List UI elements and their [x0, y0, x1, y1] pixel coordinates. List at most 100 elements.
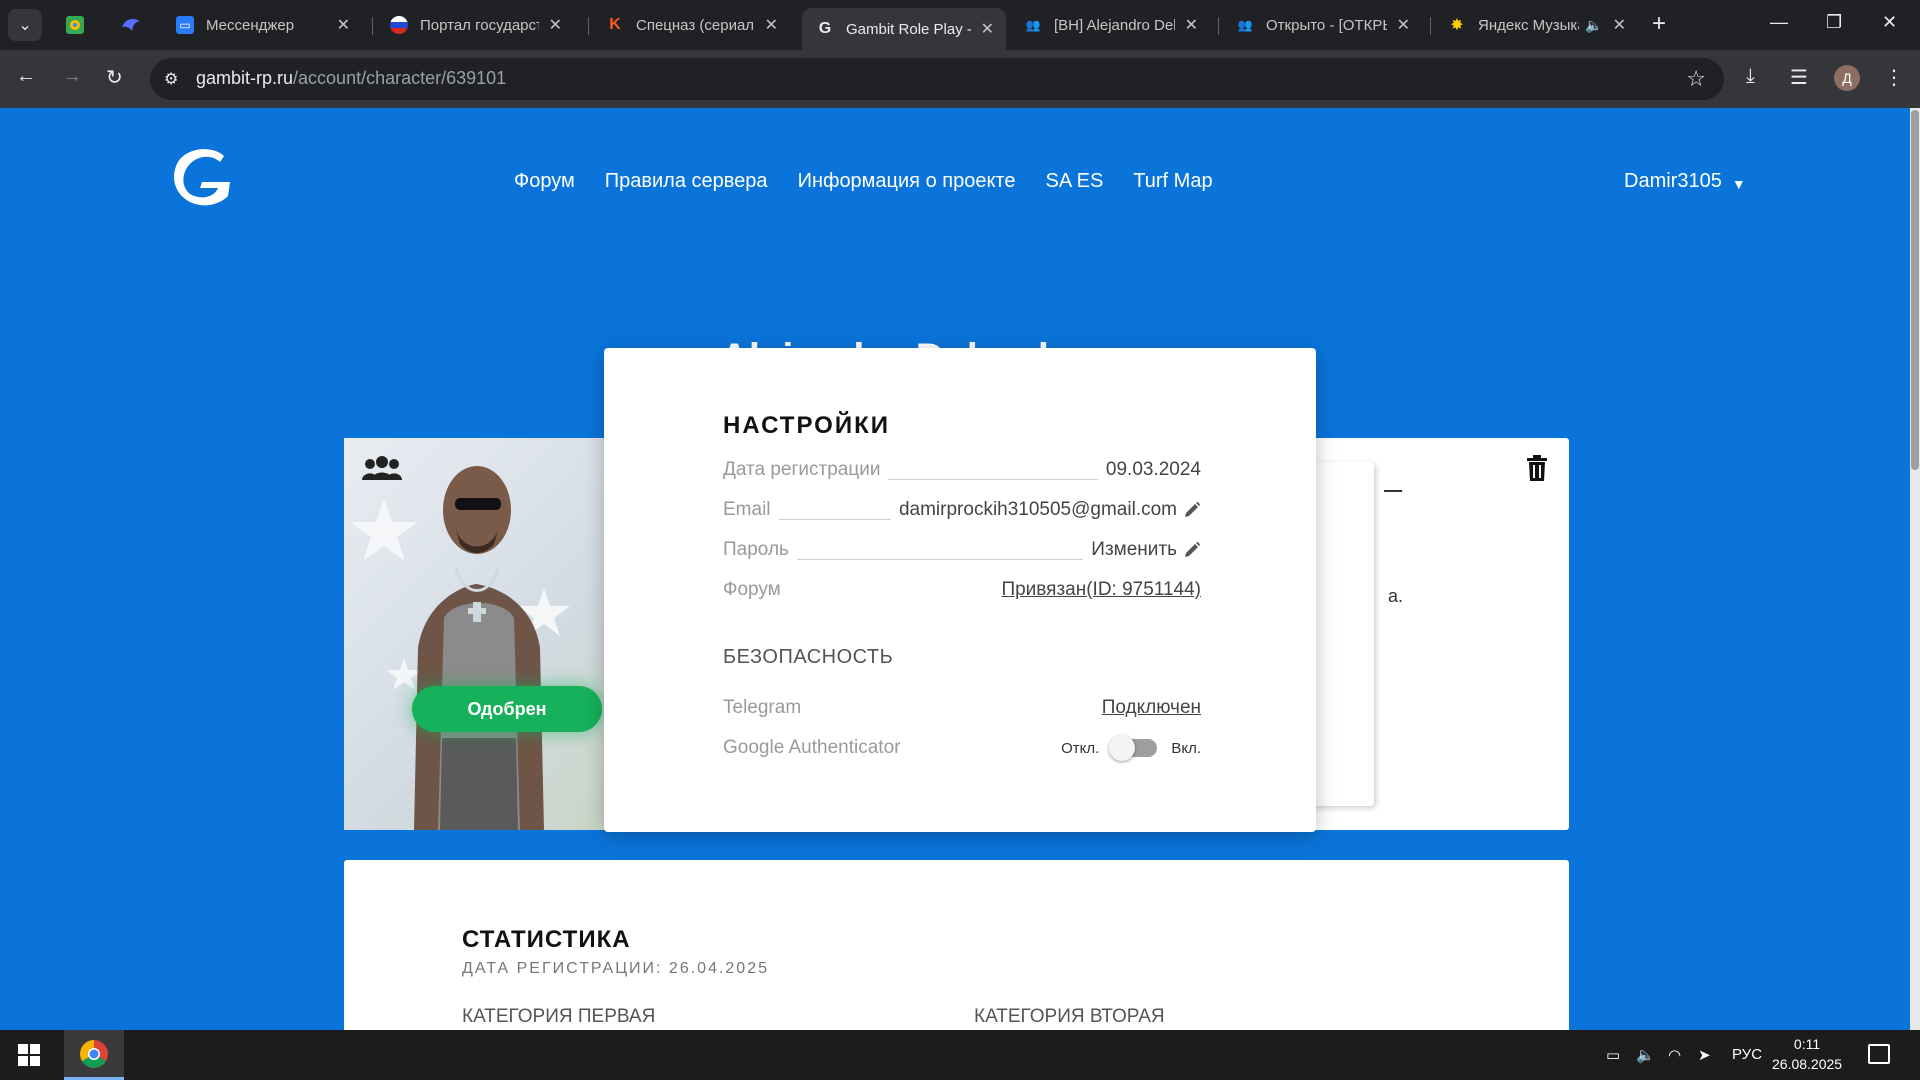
main-nav: Форум Правила сервера Информация о проек…	[514, 170, 1213, 193]
page-content: Форум Правила сервера Информация о проек…	[0, 108, 1920, 1030]
tab-search-button[interactable]: ⌄	[8, 9, 42, 41]
tab-otkryto[interactable]: 👥 Открыто - [ОТКРЫТО] ✕	[1222, 8, 1422, 42]
telegram-connected-link[interactable]: Подключен	[1102, 697, 1201, 719]
system-clock[interactable]: 0:11 26.08.2025	[1772, 1034, 1842, 1074]
back-button[interactable]: ←	[16, 65, 36, 88]
download-icon: ⤓	[1746, 65, 1755, 87]
close-icon[interactable]: ✕	[765, 15, 778, 35]
playlist-icon: ☰	[1790, 67, 1808, 89]
pencil-icon[interactable]	[1183, 541, 1201, 559]
tab-separator	[1218, 17, 1219, 35]
character-skin-image: Одобрен	[344, 438, 609, 830]
email-value: damirprockih310505@gmail.com	[898, 499, 1177, 520]
restore-button[interactable]: ❐	[1826, 12, 1842, 33]
close-icon[interactable]: ✕	[549, 15, 562, 35]
trash-icon[interactable]	[1525, 454, 1549, 482]
close-icon[interactable]: ✕	[337, 15, 350, 35]
forum-linked-link[interactable]: Привязан(ID: 9751144)	[1001, 579, 1201, 601]
downloads-button[interactable]: ⤓	[1746, 65, 1755, 88]
volume-icon[interactable]: 🔈	[1636, 1046, 1655, 1064]
user-menu[interactable]: Damir3105 ▼	[1624, 170, 1746, 193]
notifications-icon[interactable]	[1868, 1044, 1890, 1064]
nav-sa-es[interactable]: SA ES	[1045, 170, 1103, 193]
media-control-button[interactable]: ☰	[1790, 65, 1808, 90]
forward-button[interactable]: →	[62, 65, 82, 88]
password-row: Пароль Изменить	[723, 536, 1201, 564]
close-icon[interactable]: ✕	[1613, 15, 1626, 35]
page-scrollbar[interactable]	[1910, 108, 1920, 1030]
browser-toolbar: ← → ↻ ⚙ gambit-rp.ru/account/character/6…	[0, 50, 1920, 108]
status-badge: Одобрен	[412, 686, 602, 732]
chevron-down-icon: ⌄	[18, 17, 32, 34]
tab-messenger[interactable]: ▭ Мессенджер ✕	[162, 8, 362, 42]
info-text-fragment: а.	[1388, 586, 1404, 606]
nav-forum[interactable]: Форум	[514, 170, 575, 193]
scrollbar-thumb[interactable]	[1911, 110, 1919, 470]
telegram-tray-icon[interactable]: ➤	[1698, 1046, 1711, 1064]
wifi-icon[interactable]: ◠	[1668, 1046, 1681, 1064]
toggle-on-label: Вкл.	[1171, 739, 1201, 757]
windows-start-icon[interactable]	[18, 1044, 40, 1066]
caret-down-icon: ▼	[1731, 175, 1746, 192]
speaker-icon[interactable]: 🔈	[1585, 17, 1602, 34]
tab-gosuslugi[interactable]: Портал государственных ✕	[376, 8, 574, 42]
windows-taskbar: ▭ 🔈 ◠ ➤ РУС 0:11 26.08.2025	[0, 1030, 1920, 1080]
reload-icon: ↻	[106, 67, 123, 89]
battery-icon[interactable]: ▭	[1606, 1046, 1620, 1064]
new-tab-button[interactable]: +	[1652, 12, 1666, 36]
close-window-button[interactable]: ✕	[1882, 12, 1897, 33]
site-settings-icon[interactable]: ⚙	[164, 69, 178, 89]
nav-server-rules[interactable]: Правила сервера	[605, 170, 768, 193]
pinned-tab-bird[interactable]	[118, 12, 144, 38]
collapse-icon[interactable]	[1384, 490, 1402, 492]
bird-icon	[122, 19, 140, 31]
gambit-logo-icon: G	[818, 20, 832, 37]
nav-project-info[interactable]: Информация о проекте	[798, 170, 1016, 193]
toggle-knob	[1109, 735, 1136, 761]
language-indicator[interactable]: РУС	[1732, 1046, 1762, 1063]
pencil-icon[interactable]	[1183, 501, 1201, 519]
minimize-button[interactable]: —	[1770, 12, 1788, 33]
tab-bh-alejandro[interactable]: 👥 [BH] Alejandro Del ✕	[1010, 8, 1210, 42]
address-bar[interactable]: ⚙ gambit-rp.ru/account/character/639101 …	[150, 58, 1724, 100]
yandex-music-icon: ✸	[1450, 17, 1464, 34]
tab-separator	[1430, 17, 1431, 35]
more-vertical-icon: ⋮	[1884, 67, 1904, 89]
statistics-title: СТАТИСТИКА	[462, 926, 631, 953]
settings-modal: НАСТРОЙКИ Дата регистрации 09.03.2024 Em…	[604, 348, 1316, 832]
profile-avatar[interactable]: Д	[1834, 65, 1860, 91]
close-icon[interactable]: ✕	[1185, 15, 1198, 35]
category-two-heading: КАТЕГОРИЯ ВТОРАЯ	[974, 1006, 1165, 1027]
browser-tab-strip: ⌄ ▭ Мессенджер ✕ Портал государственных …	[0, 0, 1920, 50]
pinned-tab-maps[interactable]	[62, 12, 88, 38]
tab-specnaz[interactable]: K Спецназ (сериал, ✕	[592, 8, 790, 42]
telegram-row: Telegram Подключен	[723, 697, 1201, 719]
flag-ru-icon	[390, 16, 408, 34]
google-authenticator-toggle[interactable]	[1109, 735, 1158, 761]
statistics-registration-date: ДАТА РЕГИСТРАЦИИ: 26.04.2025	[462, 960, 769, 977]
menu-button[interactable]: ⋮	[1884, 65, 1904, 90]
tab-yandex-music[interactable]: ✸ Яндекс Музыка 🔈 ✕	[1434, 8, 1638, 42]
group-icon[interactable]	[362, 454, 402, 482]
close-icon[interactable]: ✕	[1397, 15, 1410, 35]
toggle-off-label: Откл.	[1061, 739, 1100, 757]
tab-gambit[interactable]: G Gambit Role Play - ✕	[802, 8, 1006, 50]
character-illustration	[350, 466, 570, 830]
email-row: Email damirprockih310505@gmail.com	[723, 496, 1201, 524]
change-password-link[interactable]: Изменить	[1091, 539, 1177, 561]
bookmark-star-icon[interactable]: ☆	[1686, 66, 1706, 92]
security-heading: БЕЗОПАСНОСТЬ	[723, 646, 894, 668]
close-icon[interactable]: ✕	[981, 19, 994, 39]
arrow-right-icon: →	[62, 65, 82, 87]
gambit-logo[interactable]	[166, 142, 238, 214]
chat-icon: ▭	[176, 16, 194, 34]
nav-turf-map[interactable]: Turf Map	[1133, 170, 1212, 193]
google-authenticator-row: Google Authenticator Откл. Вкл.	[723, 734, 1201, 762]
url-text[interactable]: gambit-rp.ru/account/character/639101	[196, 68, 506, 89]
taskbar-chrome[interactable]	[64, 1030, 124, 1080]
statistics-card: СТАТИСТИКА ДАТА РЕГИСТРАЦИИ: 26.04.2025 …	[344, 860, 1569, 1030]
reload-button[interactable]: ↻	[106, 65, 123, 90]
group-icon: 👥	[1025, 18, 1041, 32]
group-icon: 👥	[1237, 18, 1253, 32]
registration-date-row: Дата регистрации 09.03.2024	[723, 459, 1201, 480]
